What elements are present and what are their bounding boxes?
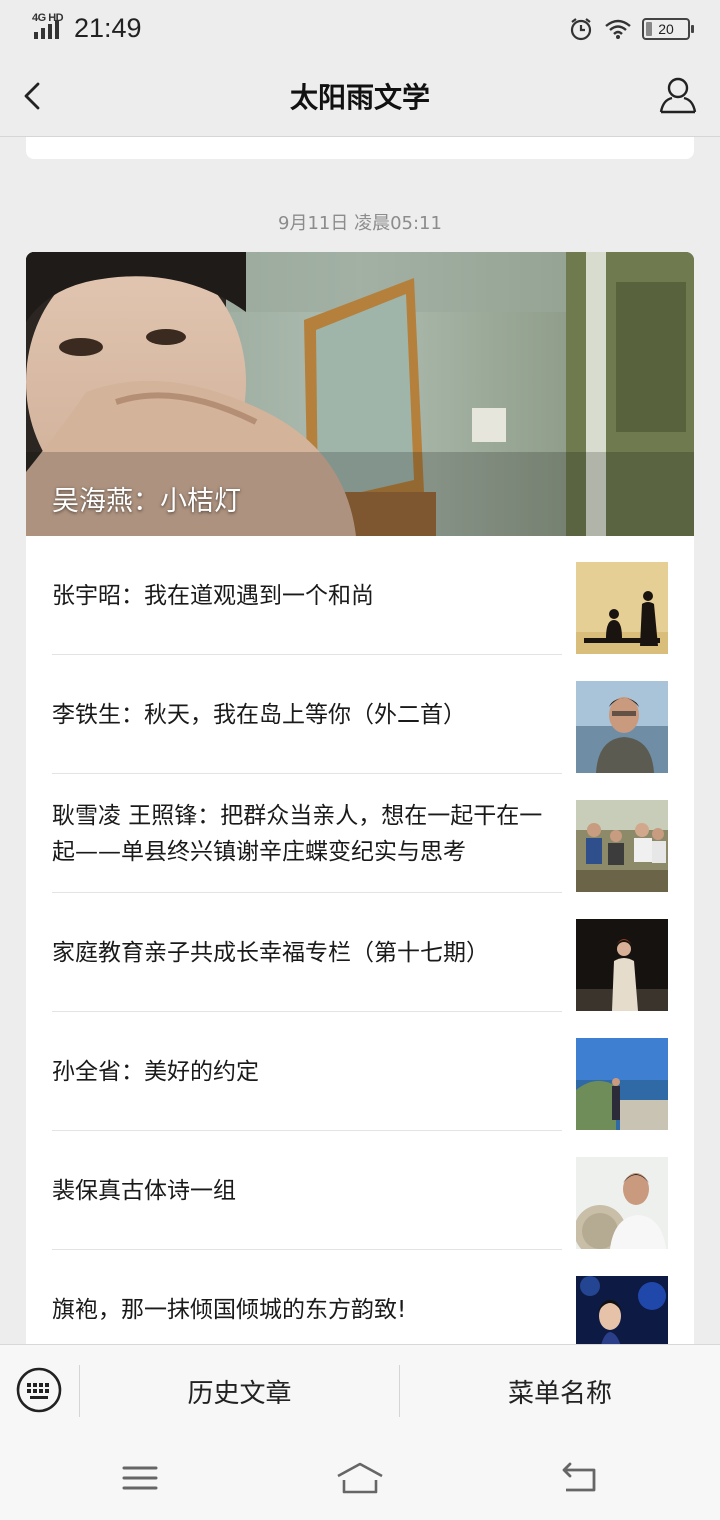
article-title: 耿雪凌 王照锋：把群众当亲人，想在一起干在一起——单县终兴镇谢辛庄蝶变纪实与思考	[52, 802, 543, 865]
article-item[interactable]: 裴保真古体诗一组	[26, 1131, 694, 1250]
article-title: 裴保真古体诗一组	[52, 1177, 236, 1204]
keyboard-icon[interactable]	[16, 1367, 62, 1413]
article-title: 张宇昭：我在道观遇到一个和尚	[52, 582, 374, 609]
menu-name[interactable]: 菜单名称	[400, 1345, 720, 1437]
article-thumbnail	[576, 1276, 668, 1344]
page-title: 太阳雨文学	[289, 81, 430, 114]
article-item[interactable]: 旗袍，那一抹倾国倾城的东方韵致!	[26, 1250, 694, 1344]
article-item[interactable]: 家庭教育亲子共成长幸福专栏（第十七期）	[26, 893, 694, 1012]
menu-lines-icon[interactable]	[118, 1458, 162, 1498]
menu-bar: 历史文章 菜单名称	[0, 1344, 720, 1437]
article-item[interactable]: 李铁生：秋天，我在岛上等你（外二首）	[26, 655, 694, 774]
message-feed[interactable]: 9月11日 凌晨05:11 吴海燕：小桔灯 张宇昭：我在道观遇到一个和尚 李铁生…	[0, 137, 720, 1344]
article-thumbnail	[576, 919, 668, 1011]
article-thumbnail	[576, 1038, 668, 1130]
menu-history-articles[interactable]: 历史文章	[80, 1345, 399, 1437]
article-item[interactable]: 孙全省：美好的约定	[26, 1012, 694, 1131]
article-title: 孙全省：美好的约定	[52, 1058, 259, 1085]
article-item[interactable]: 耿雪凌 王照锋：把群众当亲人，想在一起干在一起——单县终兴镇谢辛庄蝶变纪实与思考	[26, 774, 694, 893]
article-title: 旗袍，那一抹倾国倾城的东方韵致!	[52, 1296, 407, 1323]
back-arrow-icon[interactable]	[558, 1458, 602, 1498]
article-item[interactable]: 张宇昭：我在道观遇到一个和尚	[26, 536, 694, 655]
article-title: 李铁生：秋天，我在岛上等你（外二首）	[52, 701, 466, 728]
article-thumbnail	[576, 562, 668, 654]
article-thumbnail	[576, 800, 668, 892]
alarm-icon	[570, 18, 592, 41]
clock: 21:49	[74, 13, 142, 43]
wifi-icon	[605, 19, 631, 39]
network-type: 4G HD	[32, 12, 64, 24]
nav-bar: 太阳雨文学	[0, 56, 720, 137]
hero-article[interactable]: 吴海燕：小桔灯	[26, 252, 694, 536]
home-icon[interactable]	[336, 1458, 384, 1498]
previous-card[interactable]	[26, 137, 694, 159]
system-nav-bar	[0, 1436, 720, 1520]
battery-icon: 20	[642, 18, 694, 40]
article-title: 家庭教育亲子共成长幸福专栏（第十七期）	[52, 939, 489, 966]
article-card: 吴海燕：小桔灯 张宇昭：我在道观遇到一个和尚 李铁生：秋天，我在岛上等你（外二首…	[26, 252, 694, 1344]
hero-title: 吴海燕：小桔灯	[52, 486, 241, 517]
person-icon[interactable]	[658, 74, 698, 116]
date-stamp: 9月11日 凌晨05:11	[278, 213, 442, 234]
status-bar: 4G HD 21:49 20	[0, 0, 720, 56]
article-thumbnail	[576, 681, 668, 773]
article-thumbnail	[576, 1157, 668, 1249]
battery-level: 20	[658, 21, 674, 37]
